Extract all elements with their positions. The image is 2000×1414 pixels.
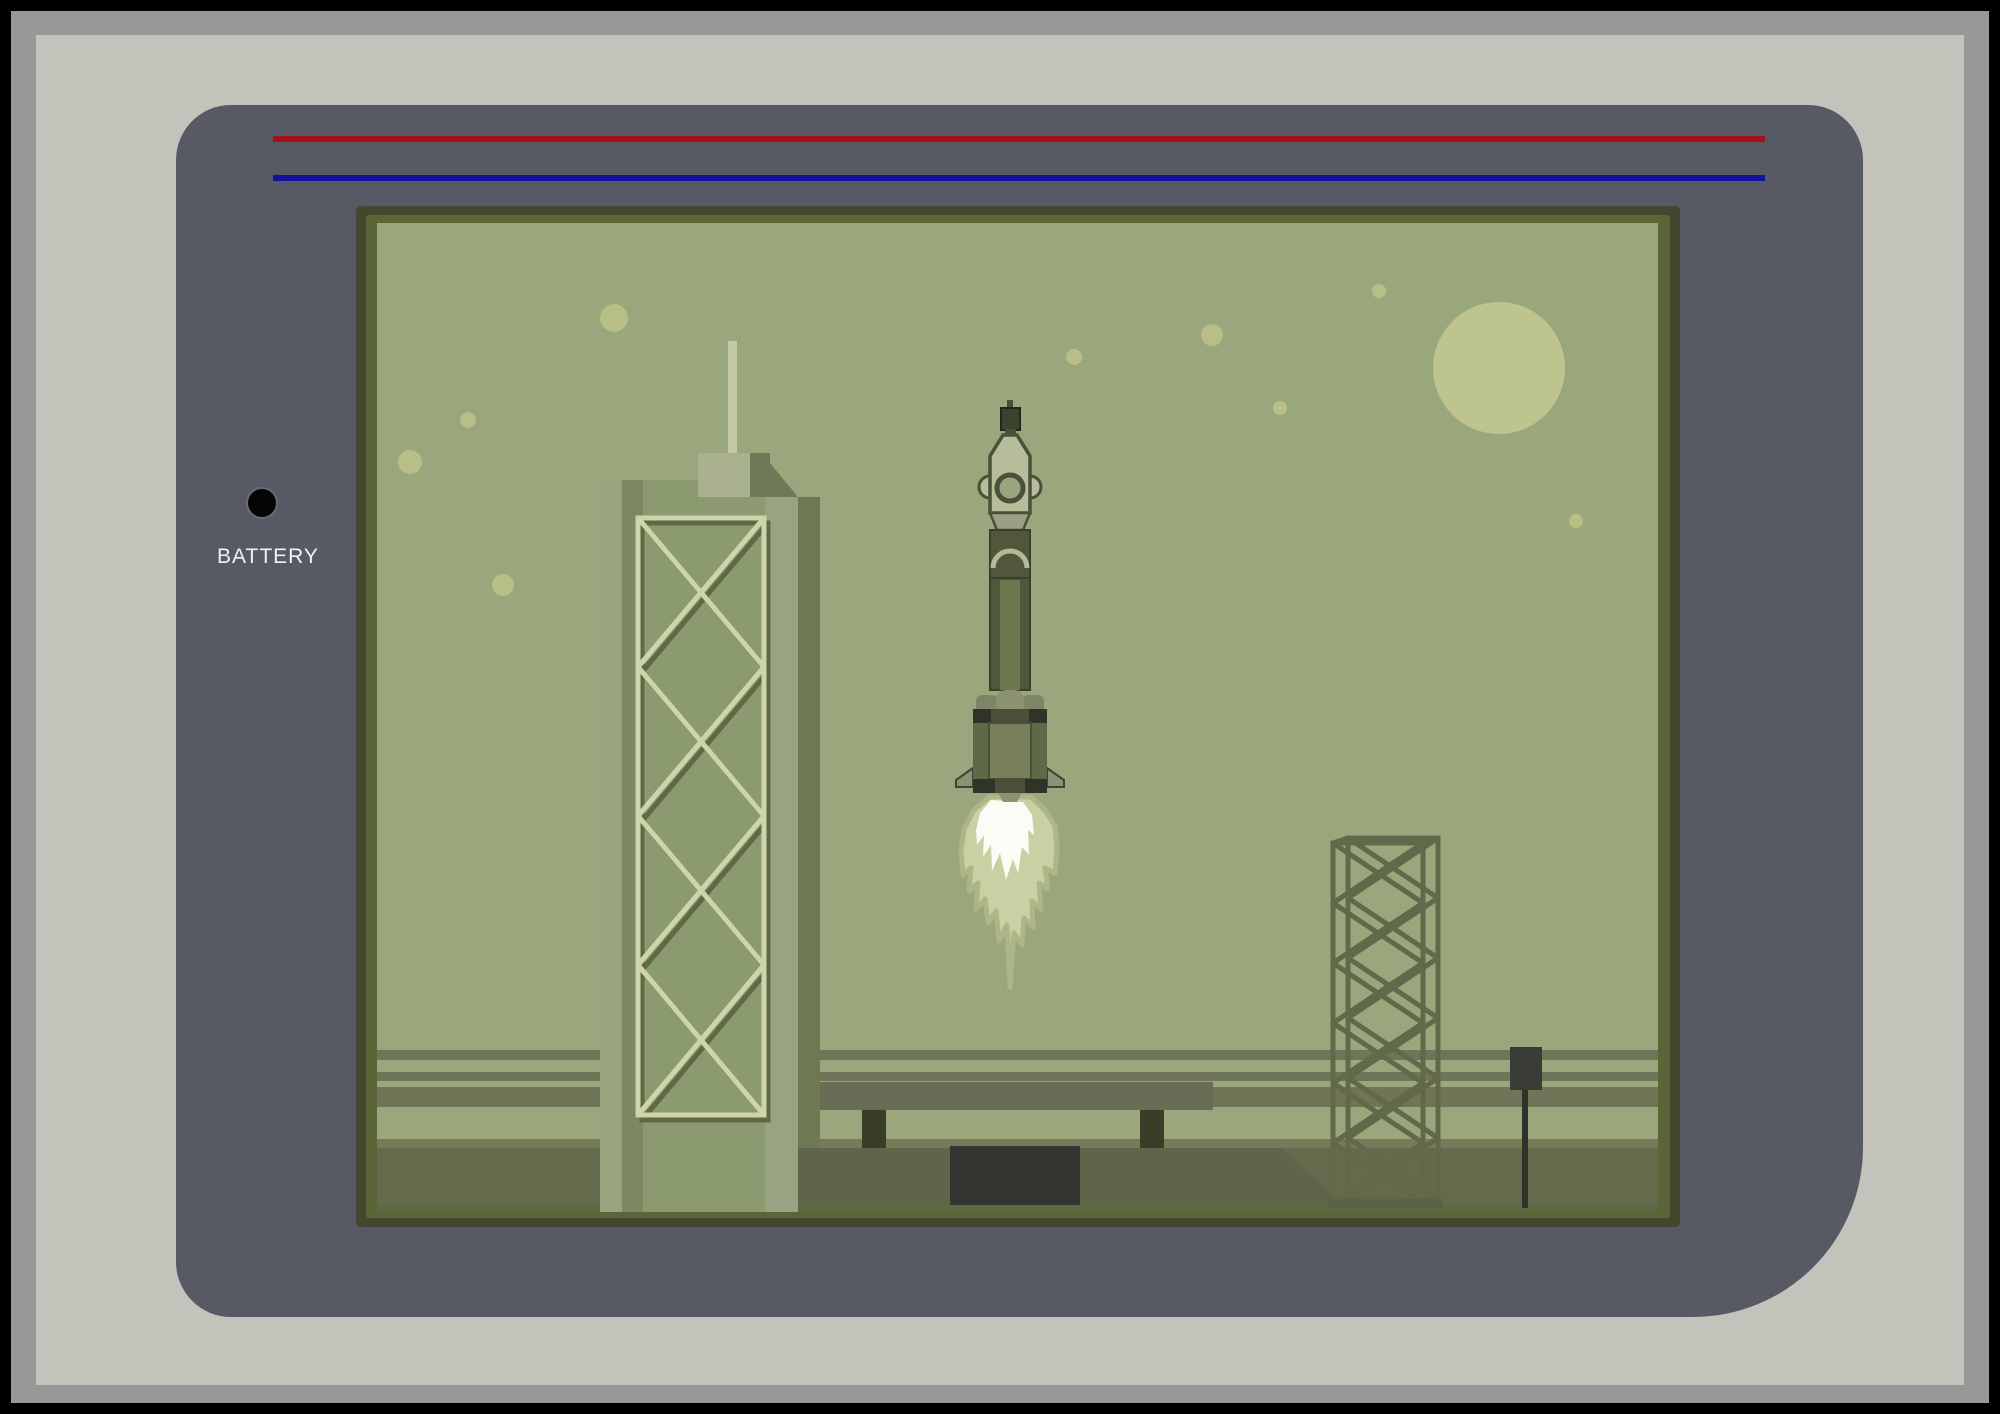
star [1569,514,1583,528]
screenshot-stage: BATTERY [0,0,2000,1414]
battery-label: BATTERY [204,545,332,569]
accent-stripe-blue [273,175,1765,181]
screen-scene [377,223,1658,1212]
star [1273,401,1287,415]
star [460,412,476,428]
accent-stripe-red [273,136,1765,142]
console-shell: BATTERY [176,105,1863,1317]
star [1201,324,1223,346]
star [492,574,514,596]
moon [1433,302,1565,434]
star [398,450,422,474]
capsule-window [997,475,1023,501]
battery-led [246,487,278,519]
star [1066,349,1082,365]
launch-pad [950,1146,1080,1205]
star [600,304,628,332]
game-screen[interactable] [377,223,1658,1212]
star [1372,284,1386,298]
